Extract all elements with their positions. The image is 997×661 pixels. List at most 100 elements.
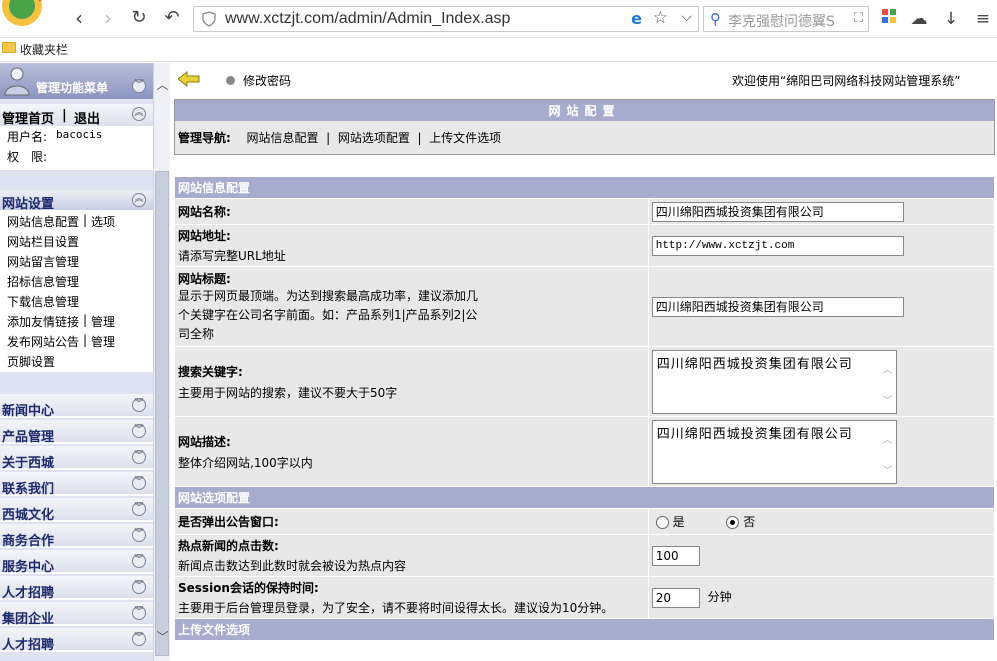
menu-notice[interactable]: 发布网站公告 <box>7 333 79 350</box>
chevron-down-icon[interactable]: ︾ <box>132 632 146 646</box>
category-label[interactable]: 服务中心 <box>2 556 54 575</box>
scroll-down-icon[interactable]: ﹀ <box>155 629 170 646</box>
site-name-input[interactable]: 四川绵阳西城投资集团有限公司 <box>651 201 904 222</box>
back-arrow-icon[interactable] <box>178 71 200 87</box>
favorites-bar-label[interactable]: 收藏夹栏 <box>20 41 68 58</box>
category-label[interactable]: 人才招聘 <box>2 634 54 653</box>
menu-site-options[interactable]: 选项 <box>91 213 115 230</box>
chevron-down-icon[interactable]: ︾ <box>132 79 146 93</box>
field-hint: 主要用于后台管理员登录，为了安全，请不要将时间设得太长。建议设为10分钟。 <box>178 601 614 615</box>
menu-site-columns[interactable]: 网站栏目设置 <box>7 233 79 250</box>
category-label[interactable]: 产品管理 <box>2 426 54 445</box>
field-label: Session会话的保持时间: <box>178 581 319 595</box>
back-button[interactable]: ‹ <box>67 6 91 30</box>
search-input[interactable]: 李克强慰问德翼S <box>728 11 846 31</box>
category-recruit[interactable]: 人才招聘 ︾ <box>0 576 153 601</box>
hot-clicks-input[interactable]: 100 <box>651 545 700 566</box>
apps-icon[interactable] <box>878 8 900 30</box>
refresh-button[interactable]: ↻ <box>127 6 151 30</box>
keywords-textarea[interactable]: 四川绵阳西城投资集团有限公司 ︿ ﹀ <box>651 349 897 414</box>
menu-link-manage[interactable]: 管理 <box>91 313 115 330</box>
favorite-star-icon[interactable]: ☆ <box>653 8 668 28</box>
chevron-down-icon[interactable]: ︾ <box>132 502 146 516</box>
menu-footer[interactable]: 页脚设置 <box>7 353 55 370</box>
category-about[interactable]: 关于西城 ︾ <box>0 446 153 471</box>
separator: | <box>83 313 88 327</box>
site-title-input[interactable]: 四川绵阳西城投资集团有限公司 <box>651 296 904 317</box>
field-value-cell: 四川绵阳西城投资集团有限公司 ︿ ﹀ <box>647 416 996 487</box>
field-value-cell: 四川绵阳西城投资集团有限公司 <box>647 198 996 225</box>
logout-link[interactable]: 退出 <box>74 108 100 127</box>
scroll-up-icon[interactable]: ︿ <box>155 77 170 94</box>
popup-yes-radio[interactable] <box>655 516 669 529</box>
chevron-down-icon[interactable]: ︾ <box>132 554 146 568</box>
nav-site-info-link[interactable]: 网站信息配置 <box>246 131 318 145</box>
search-box[interactable]: ⚲ 李克强慰问德翼S ⛶ <box>703 6 869 32</box>
chevron-up-icon[interactable]: ︽ <box>132 193 146 207</box>
menu-icon[interactable]: ≡ <box>972 8 994 30</box>
category-label[interactable]: 关于西城 <box>2 452 54 471</box>
radio-label: 是 <box>672 515 685 529</box>
nav-upload-options-link[interactable]: 上传文件选项 <box>429 131 501 145</box>
separator: | <box>83 333 88 347</box>
scrollbar-thumb[interactable] <box>155 171 169 656</box>
menu-download[interactable]: 下载信息管理 <box>7 293 79 310</box>
chevron-down-icon[interactable]: ︾ <box>132 450 146 464</box>
category-label[interactable]: 联系我们 <box>2 478 54 497</box>
admin-home-link[interactable]: 管理首页 <box>2 108 54 127</box>
menu-add-link[interactable]: 添加友情链接 <box>7 313 79 330</box>
nav-site-options-link[interactable]: 网站选项配置 <box>338 131 410 145</box>
favorites-bar: 收藏夹栏 <box>0 38 997 62</box>
category-culture[interactable]: 西城文化 ︾ <box>0 498 153 523</box>
menu-notice-manage[interactable]: 管理 <box>91 333 115 350</box>
undo-close-tab-button[interactable]: ↶ <box>160 6 184 30</box>
session-timeout-input[interactable]: 20 <box>651 587 700 608</box>
category-label[interactable]: 商务合作 <box>2 530 54 549</box>
category-label[interactable]: 新闻中心 <box>2 400 54 419</box>
cloud-icon[interactable]: ☁ <box>908 8 930 30</box>
left-frame-scrollbar[interactable]: ︿ ﹀ <box>153 63 170 661</box>
field-label: 热点新闻的点击数: <box>178 539 279 553</box>
site-settings-header[interactable]: 网站设置 ︽ <box>0 190 153 212</box>
chevron-up-icon[interactable]: ︽ <box>132 107 146 121</box>
description-textarea[interactable]: 四川绵阳西城投资集团有限公司 ︿ ﹀ <box>651 419 897 484</box>
field-hint: 整体介绍网站,100字以内 <box>178 455 313 470</box>
chevron-down-icon[interactable]: ︾ <box>132 476 146 490</box>
chevron-down-icon[interactable]: ︾ <box>132 398 146 412</box>
category-group[interactable]: 集团企业 ︾ <box>0 602 153 627</box>
category-label[interactable]: 人才招聘 <box>2 582 54 601</box>
chevron-down-icon[interactable]: ︾ <box>132 528 146 542</box>
category-products[interactable]: 产品管理 ︾ <box>0 420 153 445</box>
category-service[interactable]: 服务中心 ︾ <box>0 550 153 575</box>
field-hint: 请添写完整URL地址 <box>178 249 286 263</box>
textarea-scrollbar[interactable]: ︿ ﹀ <box>880 421 896 483</box>
address-text[interactable]: www.xctzjt.com/admin/Admin_Index.asp <box>225 10 510 28</box>
change-password-link[interactable]: 修改密码 <box>243 72 291 89</box>
category-news[interactable]: 新闻中心 ︾ <box>0 394 153 419</box>
menu-tender[interactable]: 招标信息管理 <box>7 273 79 290</box>
popup-no-radio[interactable] <box>726 516 740 529</box>
category-label[interactable]: 集团企业 <box>2 608 54 627</box>
download-icon[interactable]: ↓ <box>940 8 962 30</box>
forward-button[interactable]: › <box>96 6 120 30</box>
chevron-down-icon[interactable]: ︾ <box>132 424 146 438</box>
field-hint: 显示于网页最顶端。为达到搜索最高成功率，建议添加几个关键字在公司名字前面。如：产… <box>178 288 479 341</box>
menu-site-info[interactable]: 网站信息配置 <box>7 213 79 230</box>
menu-guestbook[interactable]: 网站留言管理 <box>7 253 79 270</box>
address-bar[interactable]: www.xctzjt.com/admin/Admin_Index.asp e ☆… <box>193 6 699 32</box>
chevron-down-icon[interactable]: ︾ <box>132 606 146 620</box>
category-contact[interactable]: 联系我们 ︾ <box>0 472 153 497</box>
site-url-input[interactable]: http://www.xctzjt.com <box>651 235 904 256</box>
field-label: 是否弹出公告窗口: <box>178 515 279 529</box>
ie-mode-icon[interactable]: e <box>631 9 642 28</box>
category-business[interactable]: 商务合作 ︾ <box>0 524 153 549</box>
category-label[interactable]: 西城文化 <box>2 504 54 523</box>
textarea-text: 四川绵阳西城投资集团有限公司 <box>656 426 853 442</box>
field-label: 网站名称: <box>178 205 231 219</box>
scan-icon[interactable]: ⛶ <box>854 11 863 26</box>
chevron-down-icon[interactable]: ⌵ <box>681 9 692 25</box>
chevron-down-icon[interactable]: ︾ <box>132 580 146 594</box>
field-label: 网站地址: <box>178 229 231 243</box>
category-recruit-2[interactable]: 人才招聘 ︾ <box>0 628 153 653</box>
textarea-scrollbar[interactable]: ︿ ﹀ <box>880 351 896 413</box>
